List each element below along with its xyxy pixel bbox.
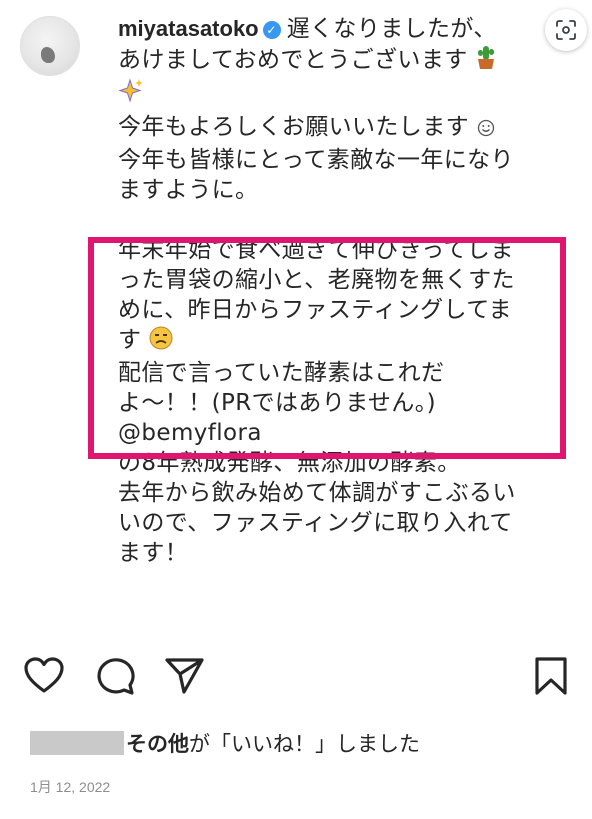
redacted-username (30, 731, 124, 755)
caption-text: あけましておめでとうございます (118, 47, 468, 73)
caption-line (118, 78, 538, 112)
username[interactable]: miyatasatoko (118, 16, 259, 41)
caption-line: 今年も皆様にとって素敵な一年になり (118, 147, 514, 173)
share-button[interactable] (164, 656, 206, 700)
likes-suffix: が「いいね！」しました (189, 732, 420, 756)
highlight-box (88, 237, 566, 459)
like-button[interactable] (23, 656, 65, 698)
lens-button[interactable] (545, 9, 587, 51)
smiley-icon (477, 115, 495, 145)
avatar[interactable] (20, 16, 80, 76)
bookmark-button[interactable] (533, 656, 569, 700)
likes-summary: その他が「いいね！」しました (30, 728, 420, 758)
lens-icon (556, 20, 576, 40)
share-icon (165, 658, 204, 694)
likes-others-link[interactable]: その他 (126, 732, 189, 756)
avatar-photo (41, 47, 55, 63)
caption-text: 今年もよろしくお願いいたします (118, 114, 469, 140)
caption-line: ますように。 (118, 177, 259, 203)
caption-text: 遅くなりましたが、 (286, 16, 497, 42)
heart-icon (24, 657, 64, 693)
caption-line: 今年もよろしくお願いいたします (118, 112, 538, 145)
comment-icon (97, 658, 135, 695)
comment-button[interactable] (94, 656, 136, 700)
potted-cactus-icon (475, 44, 497, 78)
bookmark-icon (535, 657, 567, 695)
verified-icon: ✓ (262, 21, 281, 39)
caption-line: あけましておめでとうございます (118, 44, 538, 78)
post-date[interactable]: 1月 12, 2022 (30, 777, 110, 797)
caption-line: ます！ (118, 540, 189, 566)
sparkles-icon (118, 78, 144, 112)
caption-line: いので、ファスティングに取り入れて (118, 510, 513, 536)
caption-line: 去年から飲み始めて体調がすこぶるい (118, 480, 516, 506)
caption-line: miyatasatoko ✓ 遅くなりましたが、 (118, 14, 538, 44)
